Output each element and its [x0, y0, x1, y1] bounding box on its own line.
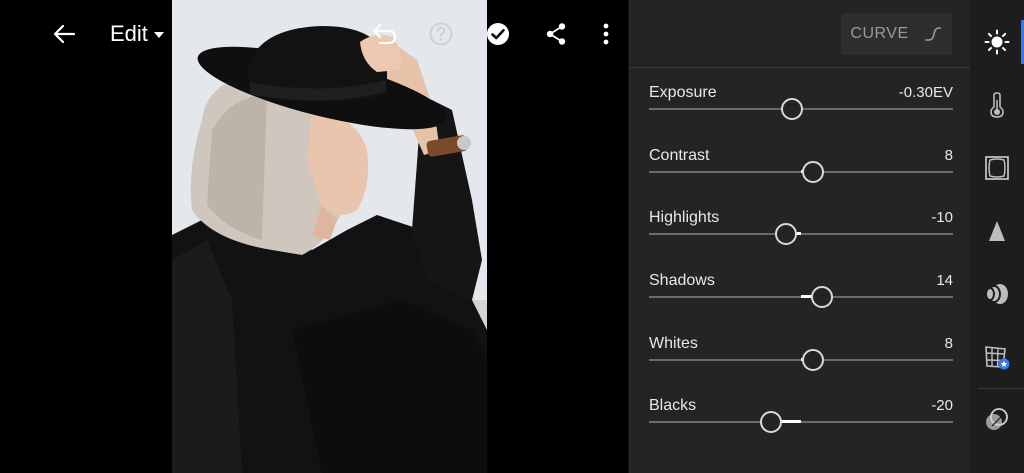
slider-label: Whites — [649, 335, 698, 352]
arrow-left-icon — [53, 24, 75, 44]
back-button[interactable] — [44, 0, 84, 68]
edit-mode-label: Edit — [110, 21, 148, 46]
share-button[interactable] — [536, 0, 576, 68]
tool-rail — [970, 0, 1024, 473]
slider-thumb[interactable] — [811, 286, 834, 308]
slider-contrast[interactable]: Contrast 8 — [649, 147, 953, 203]
help-circle-icon — [429, 22, 453, 46]
masking-icon — [986, 408, 1008, 430]
panel-header: CURVE — [629, 0, 971, 68]
slider-thumb[interactable] — [774, 223, 797, 245]
edit-mode-dropdown[interactable]: Edit — [110, 0, 184, 68]
slider-label: Blacks — [649, 397, 697, 414]
light-icon — [984, 29, 1010, 55]
portrait-photo — [172, 0, 487, 473]
curve-label: CURVE — [850, 25, 909, 42]
slider-shadows[interactable]: Shadows 14 — [649, 272, 953, 328]
slider-label: Exposure — [649, 84, 717, 101]
share-icon — [546, 23, 566, 45]
caret-down-icon — [153, 32, 164, 38]
slider-value: -0.30EV — [898, 84, 953, 101]
slider-thumb[interactable] — [780, 98, 803, 120]
photo-canvas[interactable]: Edit — [0, 0, 628, 473]
tool-masking[interactable] — [970, 398, 1024, 442]
help-button[interactable] — [421, 0, 461, 68]
more-vertical-icon — [603, 23, 609, 45]
detail-icon — [989, 221, 1005, 241]
geometry-icon — [985, 346, 1010, 370]
slider-thumb[interactable] — [802, 161, 825, 183]
slider-value: -20 — [931, 397, 953, 414]
effects-icon — [985, 156, 1009, 180]
slider-value: 8 — [944, 335, 953, 352]
slider-blacks[interactable]: Blacks -20 — [649, 397, 953, 453]
slider-thumb[interactable] — [759, 411, 782, 433]
photo-preview — [172, 0, 487, 473]
tool-detail[interactable] — [970, 209, 1024, 253]
slider-value: 8 — [944, 147, 953, 164]
slider-value: 14 — [936, 272, 953, 289]
undo-icon — [372, 23, 397, 45]
tone-curve-icon — [924, 27, 941, 41]
slider-track[interactable] — [649, 421, 953, 423]
tool-light[interactable] — [970, 20, 1024, 64]
slider-label: Contrast — [649, 147, 710, 164]
color-icon — [990, 92, 1004, 118]
slider-highlights[interactable]: Highlights -10 — [649, 209, 953, 265]
curve-button[interactable]: CURVE — [841, 13, 952, 55]
slider-thumb[interactable] — [802, 349, 825, 371]
slider-exposure[interactable]: Exposure -0.30EV — [649, 84, 953, 140]
slider-label: Shadows — [649, 272, 715, 289]
checkmark-circle-icon — [487, 23, 509, 45]
slider-whites[interactable]: Whites 8 — [649, 335, 953, 391]
tool-optics[interactable] — [970, 272, 1024, 316]
tool-color[interactable] — [970, 83, 1024, 127]
optics-icon — [985, 284, 1008, 304]
slider-track[interactable] — [649, 233, 953, 235]
done-button[interactable] — [478, 0, 518, 68]
slider-value: -10 — [931, 209, 953, 226]
undo-button[interactable] — [364, 0, 404, 68]
tool-divider — [978, 388, 1024, 389]
tool-geometry[interactable] — [970, 335, 1024, 379]
adjustments-panel: CURVE Exposure -0.30EV Contrast 8 Highli… — [628, 0, 971, 473]
tool-effects[interactable] — [970, 146, 1024, 190]
more-options-button[interactable] — [588, 0, 624, 68]
slider-label: Highlights — [649, 209, 720, 226]
